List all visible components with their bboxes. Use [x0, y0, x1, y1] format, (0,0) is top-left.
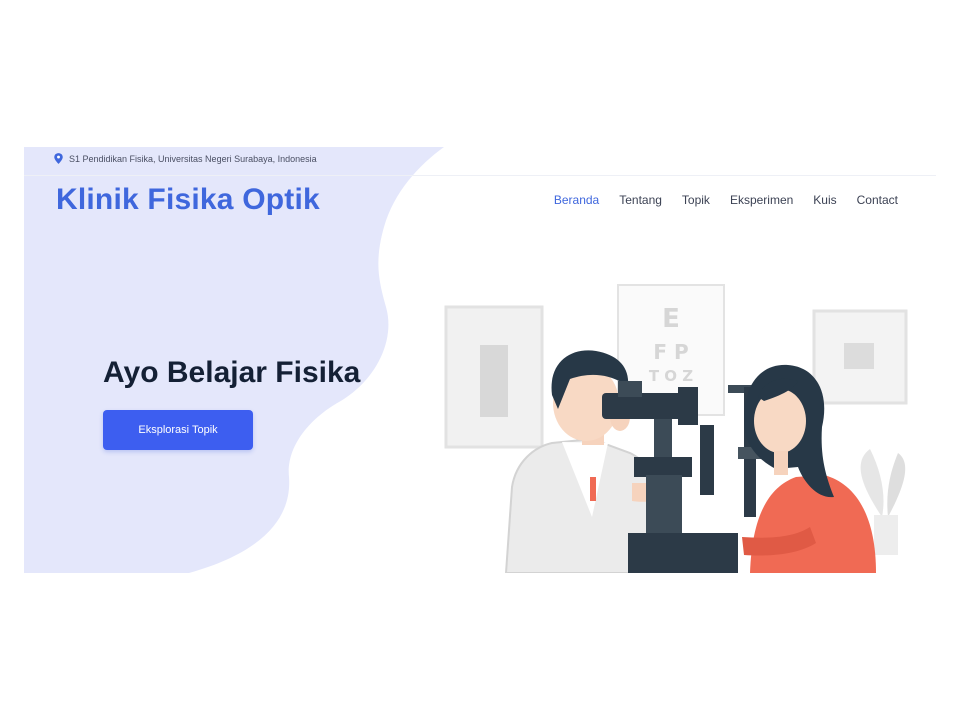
- nav-item-contact[interactable]: Contact: [857, 193, 898, 207]
- map-pin-icon: [54, 153, 63, 164]
- eye-chart-line-3: T O Z: [649, 367, 693, 385]
- location-text: S1 Pendidikan Fisika, Universitas Negeri…: [69, 153, 317, 164]
- eye-chart-line-2: F P: [653, 340, 688, 364]
- eye-chart-line-1: E: [662, 304, 680, 334]
- hero-title: Ayo Belajar Fisika: [103, 356, 361, 389]
- nav-item-kuis[interactable]: Kuis: [813, 193, 836, 207]
- main-nav: Beranda Tentang Topik Eksperimen Kuis Co…: [554, 193, 898, 207]
- nav-item-topik[interactable]: Topik: [682, 193, 710, 207]
- topbar-divider: [24, 175, 936, 176]
- nav-item-eksperimen[interactable]: Eksperimen: [730, 193, 793, 207]
- nav-item-tentang[interactable]: Tentang: [619, 193, 662, 207]
- site-logo[interactable]: Klinik Fisika Optik: [56, 183, 320, 217]
- topbar-location: S1 Pendidikan Fisika, Universitas Negeri…: [54, 153, 317, 164]
- website-viewport: S1 Pendidikan Fisika, Universitas Negeri…: [24, 147, 936, 573]
- explore-topics-button[interactable]: Eksplorasi Topik: [103, 410, 253, 450]
- wall-frame-left: [444, 305, 544, 449]
- nav-item-beranda[interactable]: Beranda: [554, 193, 599, 207]
- eye-exam-illustration: E F P T O Z: [444, 284, 908, 573]
- wall-frame-right: [812, 309, 908, 405]
